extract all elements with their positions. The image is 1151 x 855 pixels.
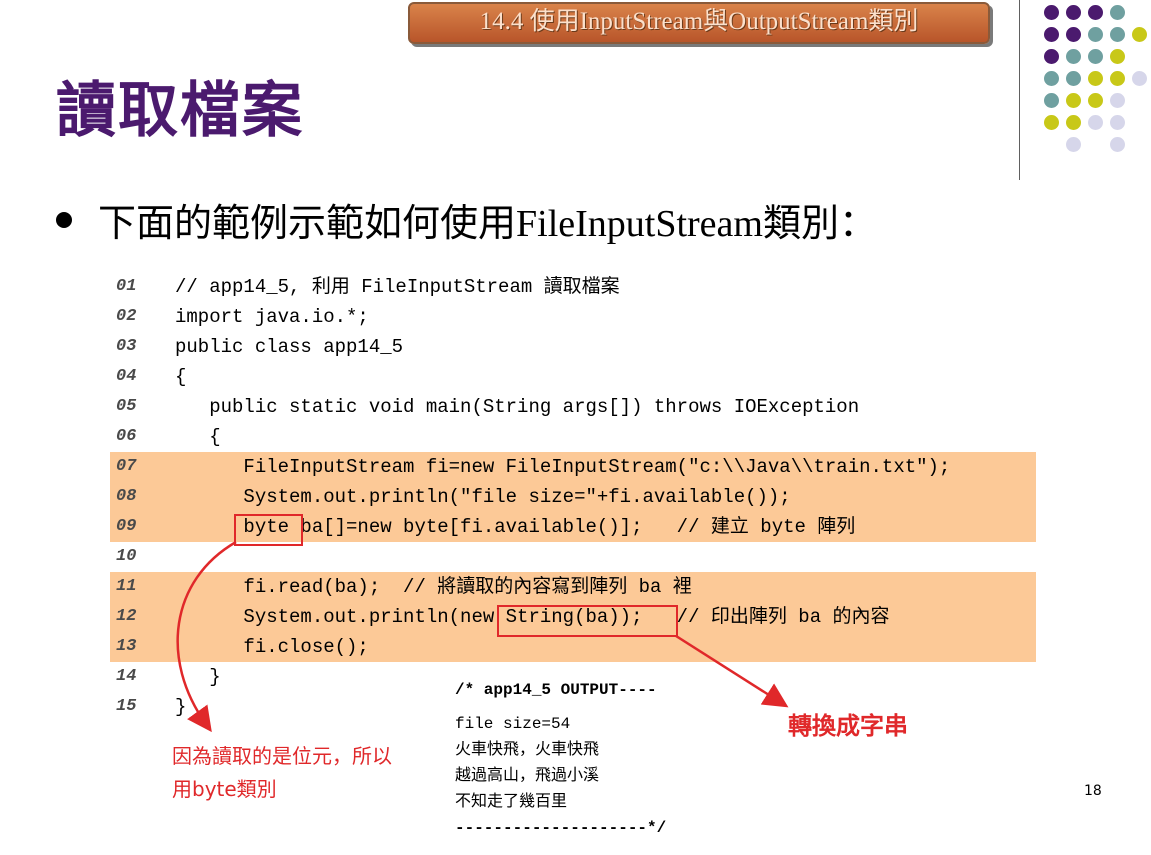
- slide: 14.4 使用InputStream與OutputStream類別 讀取檔案 下…: [0, 0, 1151, 855]
- program-output: /* app14_5 OUTPUT---- file size=54 火車快飛，火…: [455, 677, 666, 841]
- page-number: 18: [1084, 783, 1102, 799]
- string-note: 轉換成字串: [788, 712, 908, 740]
- byte-note-line1: 因為讀取的是位元，所以: [172, 744, 392, 768]
- byte-note-line2: 用byte類別: [172, 777, 277, 801]
- output-line: 不知走了幾百里: [455, 793, 568, 811]
- byte-note-arrow: [176, 540, 237, 733]
- output-header: /* app14_5 OUTPUT----: [455, 681, 657, 699]
- string-note-arrow: [675, 634, 789, 708]
- output-line: file size=54: [455, 715, 571, 733]
- output-line: 火車快飛，火車快飛: [455, 741, 600, 759]
- output-footer: --------------------*/: [455, 819, 667, 837]
- output-line: 越過高山，飛過小溪: [455, 767, 600, 785]
- byte-note: 因為讀取的是位元，所以 用byte類別: [172, 740, 392, 802]
